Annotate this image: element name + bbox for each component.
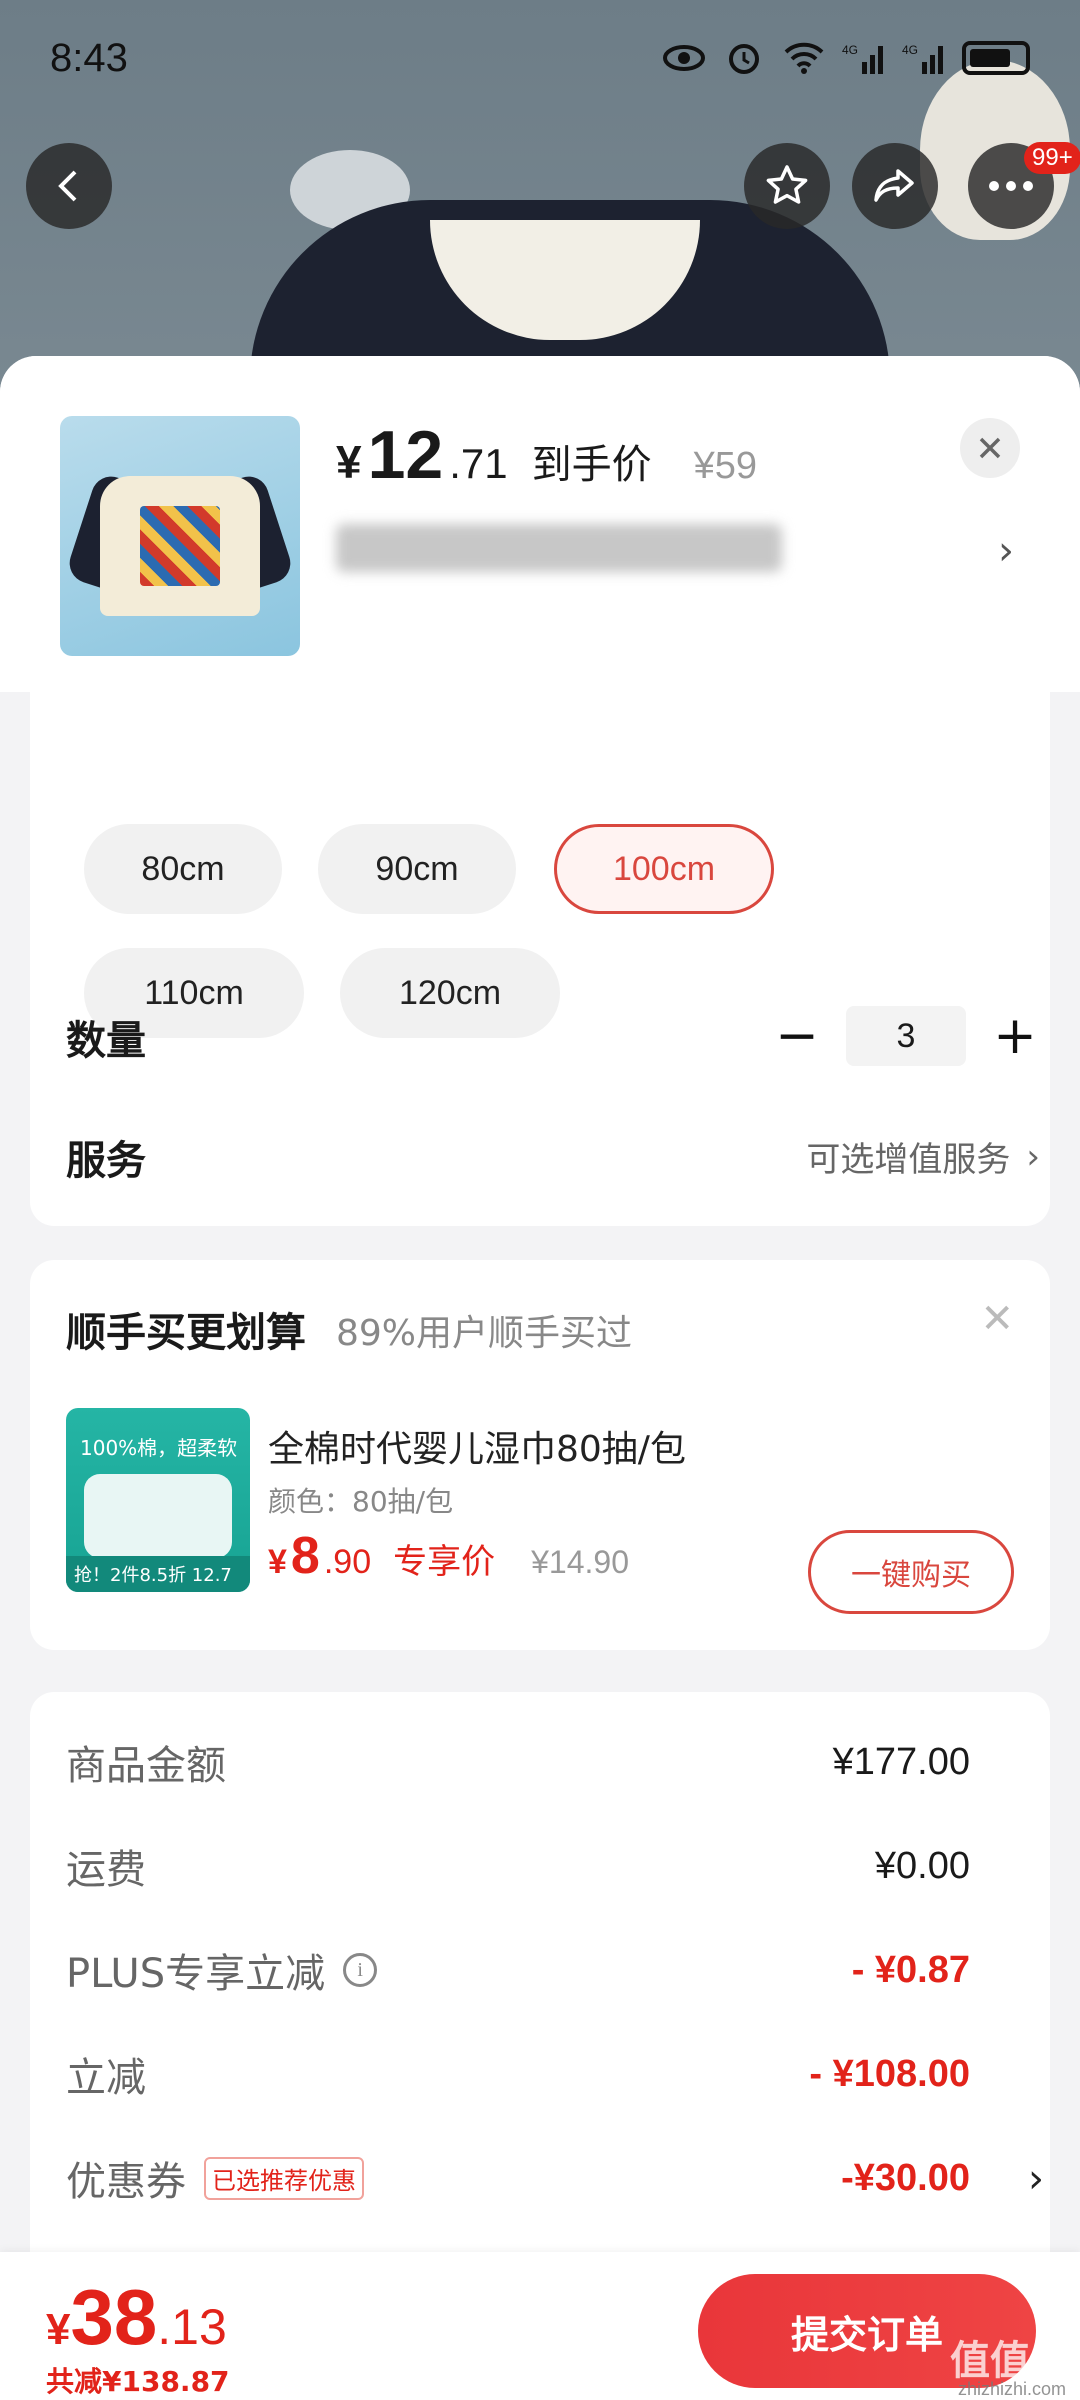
chevron-left-icon xyxy=(58,170,77,202)
price-label: 到手价 xyxy=(531,442,652,488)
summary-value: - ¥108.00 xyxy=(809,2052,970,2095)
bundle-price-decimal: .90 xyxy=(323,1543,372,1581)
info-icon[interactable]: i xyxy=(343,1953,378,1987)
total-currency: ¥ xyxy=(46,2305,71,2354)
summary-label: 立减 xyxy=(66,2055,146,2101)
original-price: ¥59 xyxy=(693,445,758,487)
total-price: ¥ 38 .13 xyxy=(46,2272,227,2363)
size-chip-120[interactable]: 120cm xyxy=(340,948,560,1038)
bundle-original-price: ¥14.90 xyxy=(531,1544,629,1580)
wipes-image[interactable]: 100%棉，超柔软 抢！2件8.5折 12.7 xyxy=(66,1408,250,1592)
share-icon xyxy=(874,169,914,202)
increase-button[interactable]: + xyxy=(990,1006,1040,1066)
signal-4g-icon-2: 4G xyxy=(902,43,943,74)
one-click-buy-button[interactable]: 一键购买 xyxy=(808,1530,1014,1614)
summary-row-plus: PLUS专享立减 i - ¥0.87 xyxy=(66,1940,970,2000)
total-decimal: .13 xyxy=(157,2299,227,2355)
chevron-right-icon[interactable]: › xyxy=(1028,2156,1044,2202)
star-icon xyxy=(766,165,808,204)
coupon-tag: 已选推荐优惠 xyxy=(204,2156,364,2200)
quantity-label: 数量 xyxy=(66,1018,146,1064)
notification-badge: 99+ xyxy=(1024,142,1080,174)
bundle-card: 顺手买更划算 89%用户顺手买过 ✕ 100%棉，超柔软 抢！2件8.5折 12… xyxy=(30,1260,1050,1650)
summary-label: PLUS专享立减 xyxy=(66,1951,326,1997)
chevron-right-icon[interactable]: › xyxy=(998,528,1014,574)
quantity-input[interactable]: 3 xyxy=(846,1006,966,1066)
battery-icon xyxy=(962,41,1030,75)
summary-row-shipping: 运费 ¥0.00 xyxy=(66,1836,970,1896)
status-time: 8:43 xyxy=(50,35,128,80)
product-price: ¥ 12 .71 到手价 ¥59 xyxy=(336,416,757,494)
sku-sheet: ¥ 12 .71 到手价 ¥59 › 80cm 90cm 100cm 110cm… xyxy=(0,356,1080,2400)
watermark: 值值值 xyxy=(950,2339,1070,2383)
svg-text:4G: 4G xyxy=(842,43,858,57)
close-icon xyxy=(979,437,1001,459)
service-label: 服务 xyxy=(66,1138,146,1184)
share-button[interactable] xyxy=(852,143,938,229)
summary-label: 优惠券 xyxy=(66,2159,186,2205)
wipes-image-text: 100%棉，超柔软 xyxy=(80,1436,238,1460)
selected-spec-blurred[interactable] xyxy=(336,524,782,572)
watermark-url: zhizhizhi.com xyxy=(957,2379,1066,2399)
summary-value: - ¥0.87 xyxy=(851,1948,970,1991)
summary-label-wrap: 优惠券 已选推荐优惠 xyxy=(66,2149,364,2207)
bundle-price-integer: 8 xyxy=(290,1527,320,1585)
wifi-icon xyxy=(784,42,824,74)
bundle-item-spec: 颜色：80抽/包 xyxy=(268,1485,454,1518)
summary-row-coupon[interactable]: 优惠券 已选推荐优惠 -¥30.00 xyxy=(66,2148,970,2208)
favorite-button[interactable] xyxy=(744,143,830,229)
svg-text:4G: 4G xyxy=(902,43,918,57)
bundle-price-currency: ¥ xyxy=(268,1543,287,1581)
summary-row-discount: 立减 - ¥108.00 xyxy=(66,2044,970,2104)
summary-value: ¥0.00 xyxy=(874,1844,970,1887)
size-chip-90[interactable]: 90cm xyxy=(318,824,516,914)
checkout-bar: ¥ 38 .13 共减¥138.87 提交订单 值值值 zhizhizhi.co… xyxy=(0,2252,1080,2400)
close-icon[interactable]: ✕ xyxy=(980,1296,1014,1342)
price-decimal: .71 xyxy=(449,440,508,487)
status-bar: 8:43 4G 4G xyxy=(50,28,1030,88)
summary-value: ¥177.00 xyxy=(832,1740,970,1783)
bundle-price: ¥ 8 .90 专享价 ¥14.90 xyxy=(268,1526,629,1586)
total-integer: 38 xyxy=(70,2273,158,2361)
wipes-tag: 抢！2件8.5折 12.7 xyxy=(66,1556,250,1592)
eye-icon xyxy=(663,45,705,71)
bundle-subtitle: 89%用户顺手买过 xyxy=(336,1313,633,1354)
price-currency: ¥ xyxy=(336,436,362,488)
service-value: 可选增值服务 xyxy=(806,1140,1011,1180)
alarm-icon xyxy=(729,44,759,74)
service-selector[interactable]: 可选增值服务 › xyxy=(806,1132,1040,1181)
thumb-print xyxy=(140,506,220,586)
product-thumbnail[interactable] xyxy=(60,416,300,656)
price-integer: 12 xyxy=(367,417,444,493)
size-chip-80[interactable]: 80cm xyxy=(84,824,282,914)
summary-label-wrap: PLUS专享立减 i xyxy=(66,1941,378,1999)
bundle-title: 顺手买更划算 xyxy=(66,1310,306,1356)
chevron-right-icon: › xyxy=(1026,1136,1040,1177)
bundle-item-name[interactable]: 全棉时代婴儿湿巾80抽/包 xyxy=(268,1420,686,1472)
summary-label: 运费 xyxy=(66,1847,146,1893)
summary-label: 商品金额 xyxy=(66,1743,226,1789)
bundle-price-label: 专享价 xyxy=(393,1542,496,1582)
summary-value: -¥30.00 xyxy=(841,2156,970,2199)
summary-row-goods: 商品金额 ¥177.00 xyxy=(66,1732,970,1792)
signal-4g-icon: 4G xyxy=(842,43,883,74)
size-chip-100[interactable]: 100cm xyxy=(554,824,774,914)
sheet-header: ¥ 12 .71 到手价 ¥59 › xyxy=(0,356,1080,692)
back-button[interactable] xyxy=(26,143,112,229)
decrease-button[interactable]: − xyxy=(772,1006,822,1066)
total-saved: 共减¥138.87 xyxy=(46,2365,230,2398)
wipes-pack xyxy=(84,1474,232,1558)
more-dots-icon xyxy=(989,181,1033,191)
status-icons: 4G 4G xyxy=(662,40,1030,76)
close-button[interactable] xyxy=(960,418,1020,478)
quantity-stepper: − 3 + xyxy=(772,1006,1040,1066)
